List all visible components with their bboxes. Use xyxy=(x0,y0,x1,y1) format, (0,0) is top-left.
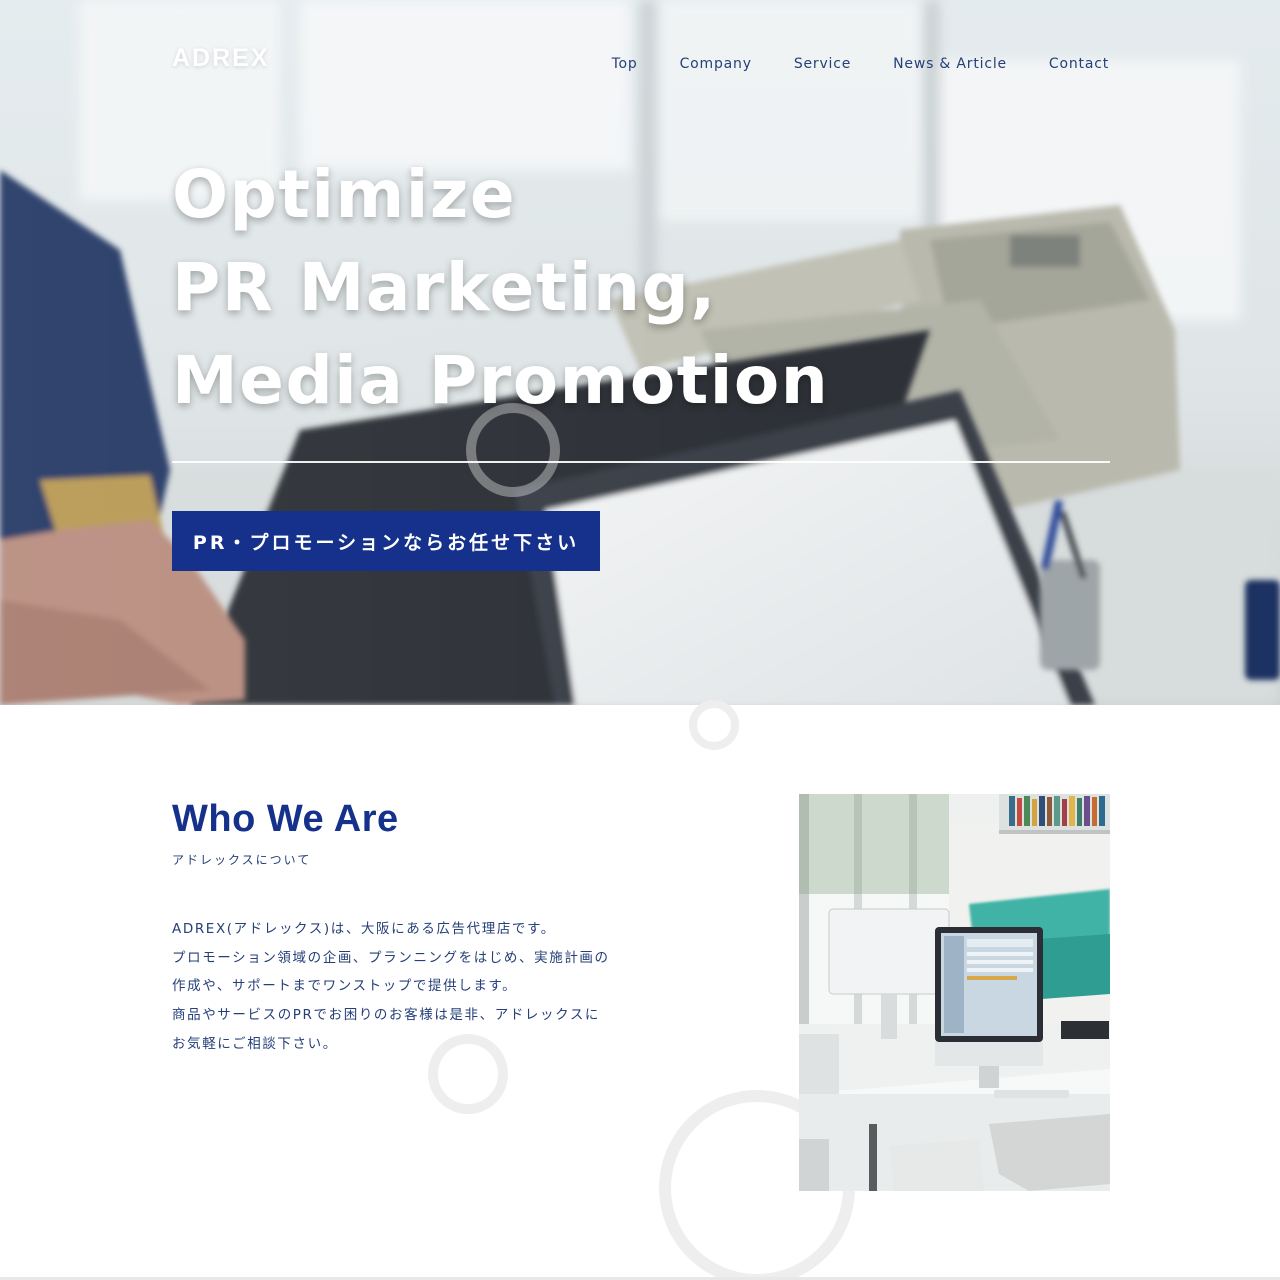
nav-link-contact[interactable]: Contact xyxy=(1049,56,1109,72)
about-line: お気軽にご相談下さい。 xyxy=(172,1035,338,1052)
site-logo[interactable]: ADREX xyxy=(172,44,270,73)
hero-headline: Optimize PR Marketing, Media Promotion xyxy=(172,148,972,427)
nav-link-news-article[interactable]: News & Article xyxy=(893,56,1007,72)
hero-section: ADREX Top Company Service News & Article… xyxy=(0,0,1280,705)
about-line: ADREX(アドレックス)は、大阪にある広告代理店です。 xyxy=(172,921,556,937)
hero-cta-button[interactable]: PR・プロモーションならお任せ下さい xyxy=(172,511,600,571)
about-title: Who We Are xyxy=(172,798,399,840)
nav-link-company[interactable]: Company xyxy=(680,56,752,72)
decorative-ring xyxy=(689,700,739,750)
about-description: ADREX(アドレックス)は、大阪にある広告代理店です。 プロモーション領域の企… xyxy=(172,915,642,1059)
headline-line: Optimize xyxy=(172,156,517,233)
hero-divider xyxy=(172,461,1110,463)
about-subtitle: アドレックスについて xyxy=(172,853,312,867)
nav-link-service[interactable]: Service xyxy=(794,56,851,72)
nav-link-top[interactable]: Top xyxy=(612,56,638,72)
about-line: プロモーション領域の企画、プランニングをはじめ、実施計画の xyxy=(172,949,610,966)
headline-line: Media Promotion xyxy=(172,342,830,419)
office-photo xyxy=(799,794,1110,1191)
about-line: 作成や、サポートまでワンストップで提供します。 xyxy=(172,978,518,995)
headline-line: PR Marketing, xyxy=(172,249,717,326)
main-nav: Top Company Service News & Article Conta… xyxy=(612,56,1109,72)
about-line: 商品やサービスのPRでお困りのお客様は是非、アドレックスに xyxy=(172,1007,601,1024)
